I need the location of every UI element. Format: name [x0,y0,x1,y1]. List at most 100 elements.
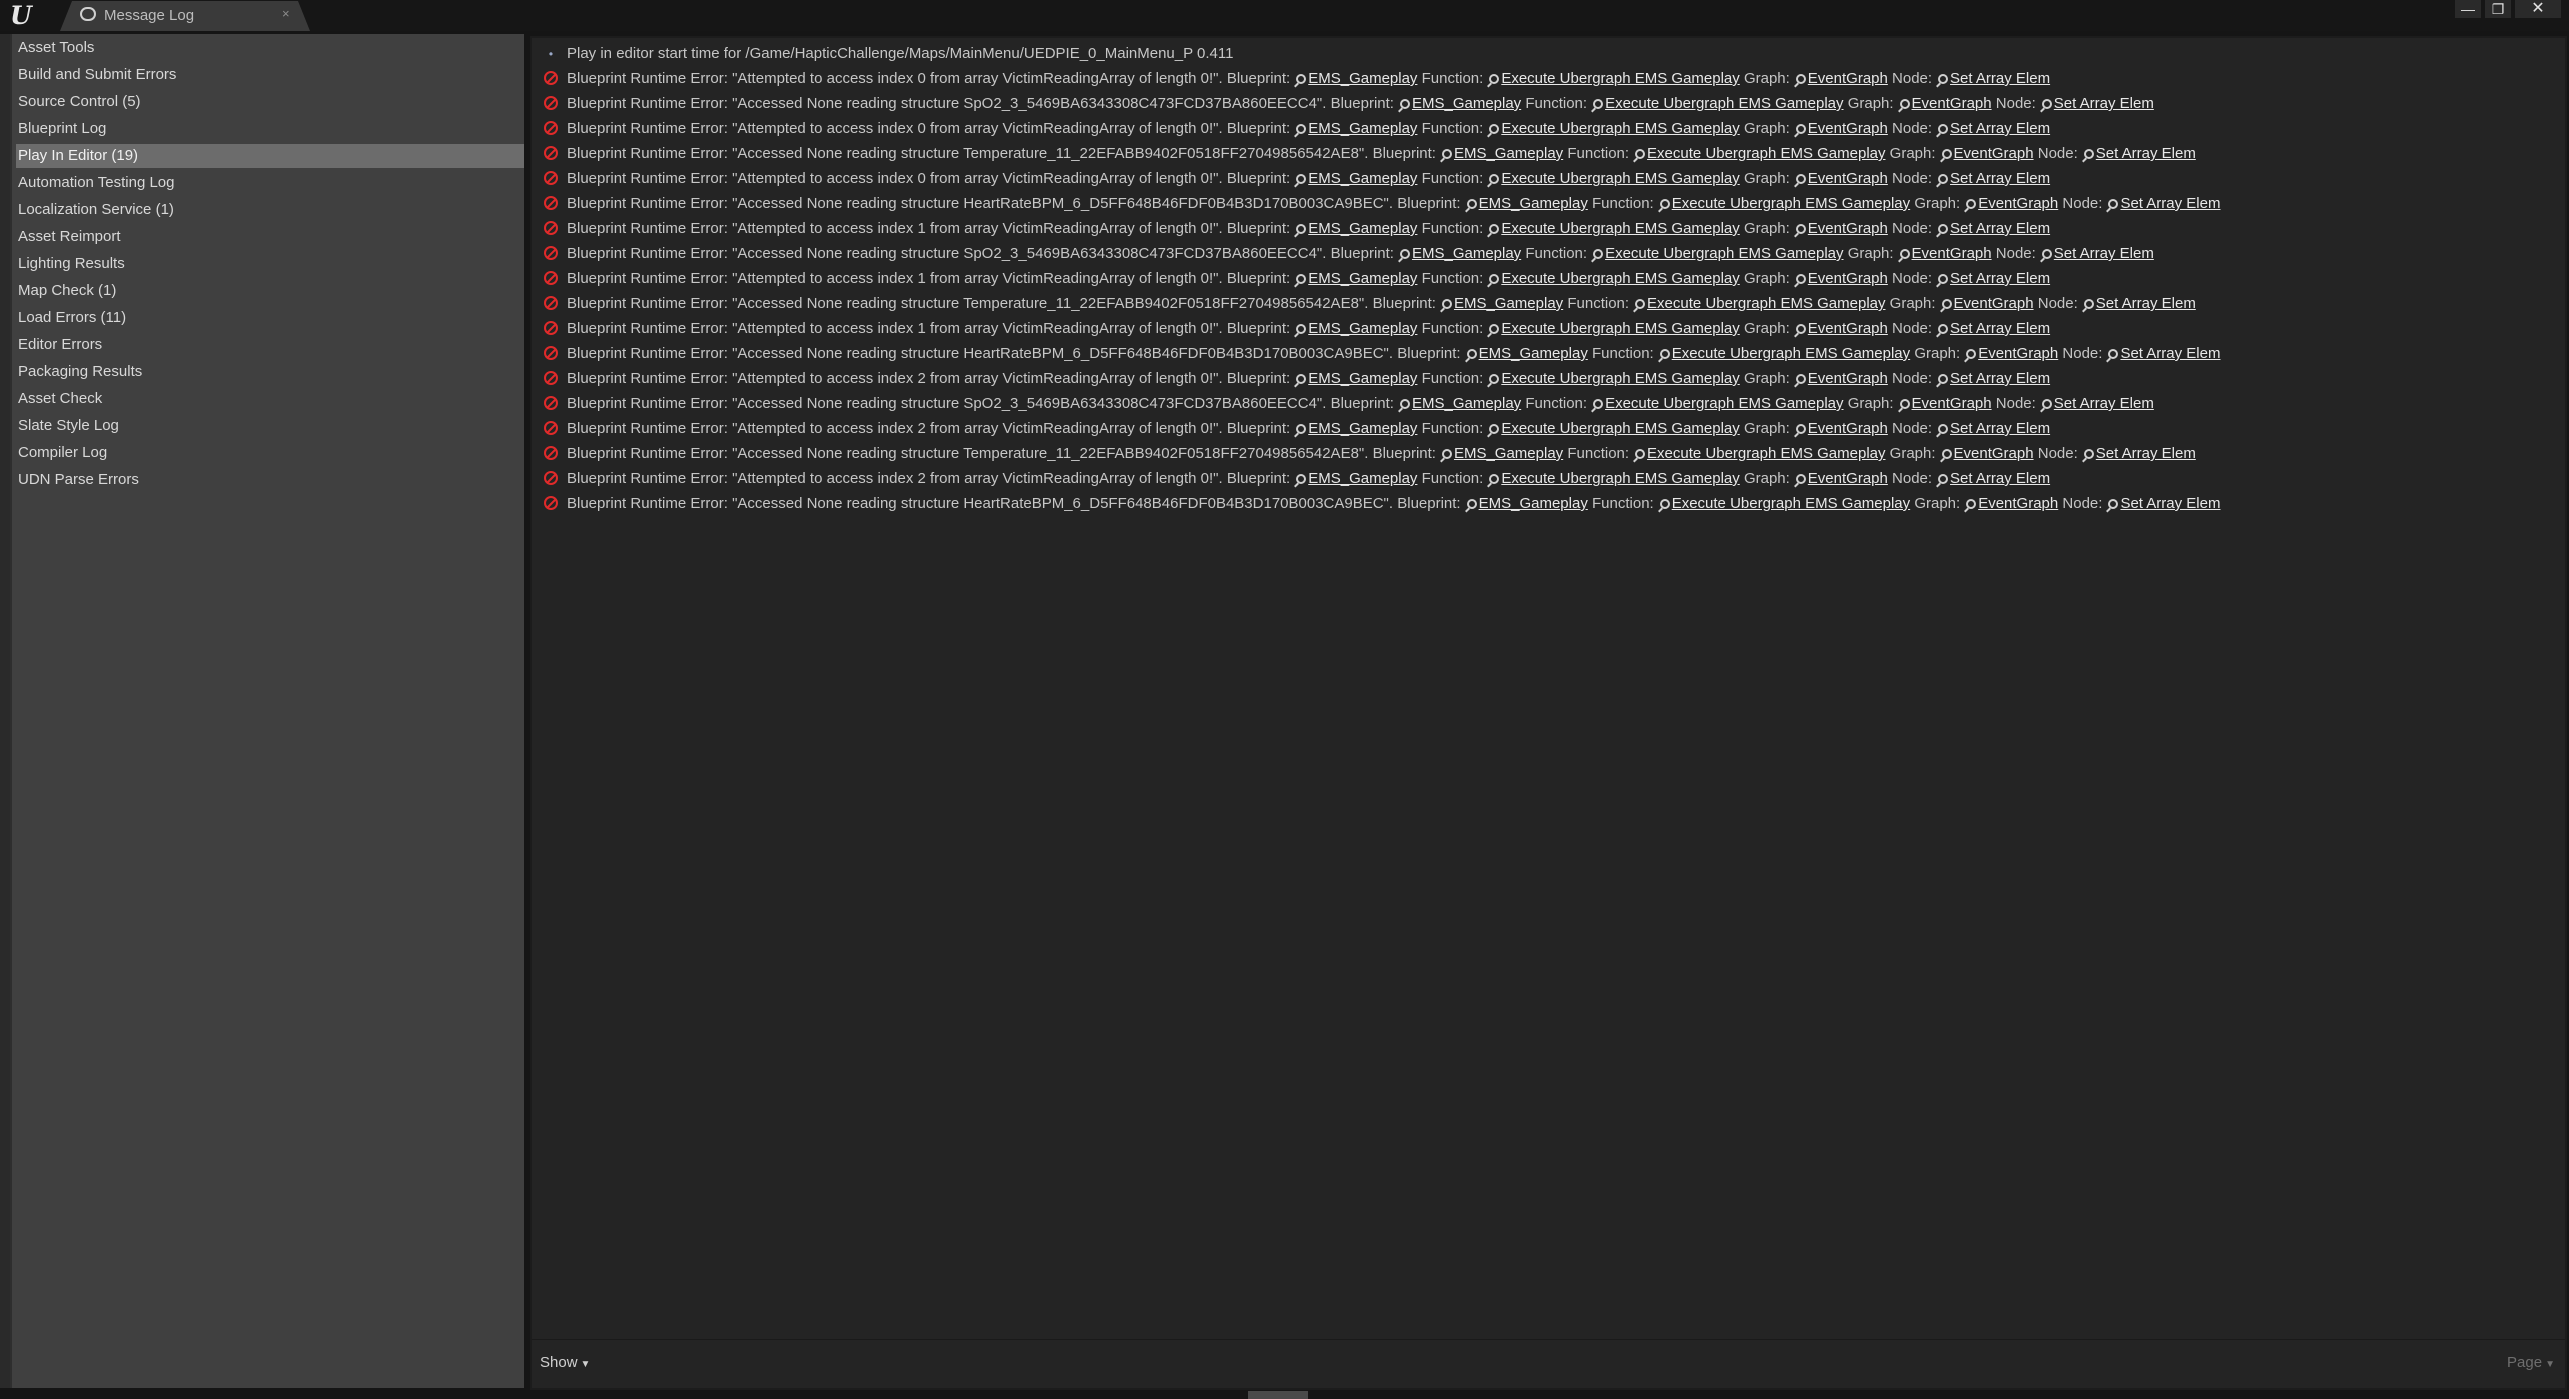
blueprint-link[interactable]: EMS_Gameplay [1308,320,1417,337]
node-link[interactable]: Set Array Elem [1950,170,2050,187]
blueprint-label: Blueprint: [1397,195,1461,212]
tab-close-icon[interactable]: × [282,6,290,21]
node-link[interactable]: Set Array Elem [1950,120,2050,137]
node-link[interactable]: Set Array Elem [2054,245,2154,262]
function-link[interactable]: Execute Ubergraph EMS Gameplay [1501,270,1739,287]
function-link[interactable]: Execute Ubergraph EMS Gameplay [1672,195,1910,212]
function-link[interactable]: Execute Ubergraph EMS Gameplay [1501,220,1739,237]
blueprint-link[interactable]: EMS_Gameplay [1479,345,1588,362]
blueprint-link[interactable]: EMS_Gameplay [1308,470,1417,487]
graph-link[interactable]: EventGraph [1808,370,1888,387]
blueprint-link[interactable]: EMS_Gameplay [1454,145,1563,162]
function-link[interactable]: Execute Ubergraph EMS Gameplay [1605,95,1843,112]
node-link[interactable]: Set Array Elem [1950,320,2050,337]
maximize-button[interactable]: ❐ [2485,0,2511,18]
node-link[interactable]: Set Array Elem [1950,70,2050,87]
node-link[interactable]: Set Array Elem [2096,145,2196,162]
blueprint-link[interactable]: EMS_Gameplay [1308,270,1417,287]
sidebar-item-category[interactable]: Compiler Log [16,441,524,465]
graph-link[interactable]: EventGraph [1912,95,1992,112]
sidebar-item-category[interactable]: Packaging Results [16,360,524,384]
blueprint-link[interactable]: EMS_Gameplay [1412,245,1521,262]
blueprint-link[interactable]: EMS_Gameplay [1479,195,1588,212]
function-link[interactable]: Execute Ubergraph EMS Gameplay [1647,145,1885,162]
node-link[interactable]: Set Array Elem [2096,445,2196,462]
blueprint-link[interactable]: EMS_Gameplay [1454,295,1563,312]
function-link[interactable]: Execute Ubergraph EMS Gameplay [1501,70,1739,87]
graph-link[interactable]: EventGraph [1978,195,2058,212]
graph-link[interactable]: EventGraph [1808,420,1888,437]
graph-link[interactable]: EventGraph [1808,470,1888,487]
graph-label: Graph: [1743,320,1790,337]
blueprint-link[interactable]: EMS_Gameplay [1412,95,1521,112]
function-link[interactable]: Execute Ubergraph EMS Gameplay [1501,470,1739,487]
graph-link[interactable]: EventGraph [1808,170,1888,187]
graph-link[interactable]: EventGraph [1954,295,2034,312]
sidebar-item-category[interactable]: Editor Errors [16,333,524,357]
sidebar-item-category[interactable]: Lighting Results [16,252,524,276]
function-link[interactable]: Execute Ubergraph EMS Gameplay [1647,445,1885,462]
node-link[interactable]: Set Array Elem [2054,395,2154,412]
graph-link[interactable]: EventGraph [1808,120,1888,137]
sidebar-item-category[interactable]: Source Control (5) [16,90,524,114]
function-link[interactable]: Execute Ubergraph EMS Gameplay [1605,245,1843,262]
function-link[interactable]: Execute Ubergraph EMS Gameplay [1672,495,1910,512]
graph-link[interactable]: EventGraph [1808,220,1888,237]
graph-label: Graph: [1743,420,1790,437]
sidebar-item-category[interactable]: Slate Style Log [16,414,524,438]
function-link[interactable]: Execute Ubergraph EMS Gameplay [1501,420,1739,437]
graph-link[interactable]: EventGraph [1978,495,2058,512]
function-link[interactable]: Execute Ubergraph EMS Gameplay [1501,120,1739,137]
blueprint-link[interactable]: EMS_Gameplay [1479,495,1588,512]
node-link[interactable]: Set Array Elem [2120,495,2220,512]
blueprint-link[interactable]: EMS_Gameplay [1308,420,1417,437]
sidebar-item-category[interactable]: Play In Editor (19) [16,144,524,168]
node-link[interactable]: Set Array Elem [2120,345,2220,362]
graph-link[interactable]: EventGraph [1808,270,1888,287]
graph-link[interactable]: EventGraph [1912,245,1992,262]
graph-link[interactable]: EventGraph [1954,445,2034,462]
function-link[interactable]: Execute Ubergraph EMS Gameplay [1501,370,1739,387]
sidebar-item-category[interactable]: Asset Check [16,387,524,411]
blueprint-link[interactable]: EMS_Gameplay [1308,220,1417,237]
blueprint-link[interactable]: EMS_Gameplay [1412,395,1521,412]
node-link[interactable]: Set Array Elem [1950,470,2050,487]
page-button[interactable]: Page ▼ [2507,1354,2555,1371]
sidebar-item-category[interactable]: Load Errors (11) [16,306,524,330]
tab-message-log[interactable]: Message Log × [60,1,310,31]
graph-link[interactable]: EventGraph [1954,145,2034,162]
graph-link[interactable]: EventGraph [1808,320,1888,337]
graph-link[interactable]: EventGraph [1808,70,1888,87]
sidebar-item-category[interactable]: Localization Service (1) [16,198,524,222]
sidebar-item-category[interactable]: Automation Testing Log [16,171,524,195]
minimize-button[interactable]: — [2455,0,2481,18]
function-link[interactable]: Execute Ubergraph EMS Gameplay [1605,395,1843,412]
function-link[interactable]: Execute Ubergraph EMS Gameplay [1501,320,1739,337]
horizontal-scrollbar[interactable] [1248,1391,1308,1399]
function-link[interactable]: Execute Ubergraph EMS Gameplay [1672,345,1910,362]
sidebar-item-category[interactable]: Asset Reimport [16,225,524,249]
sidebar-item-category[interactable]: UDN Parse Errors [16,468,524,492]
blueprint-link[interactable]: EMS_Gameplay [1308,170,1417,187]
blueprint-link[interactable]: EMS_Gameplay [1308,120,1417,137]
blueprint-link[interactable]: EMS_Gameplay [1454,445,1563,462]
sidebar-item-category[interactable]: Map Check (1) [16,279,524,303]
function-link[interactable]: Execute Ubergraph EMS Gameplay [1647,295,1885,312]
blueprint-link[interactable]: EMS_Gameplay [1308,70,1417,87]
node-link[interactable]: Set Array Elem [1950,270,2050,287]
sidebar-item-category[interactable]: Asset Tools [16,36,524,60]
node-link[interactable]: Set Array Elem [2120,195,2220,212]
node-link[interactable]: Set Array Elem [2096,295,2196,312]
node-link[interactable]: Set Array Elem [2054,95,2154,112]
sidebar-item-category[interactable]: Blueprint Log [16,117,524,141]
graph-link[interactable]: EventGraph [1978,345,2058,362]
sidebar-item-category[interactable]: Build and Submit Errors [16,63,524,87]
show-filter-button[interactable]: Show ▼ [540,1354,590,1371]
blueprint-link[interactable]: EMS_Gameplay [1308,370,1417,387]
graph-link[interactable]: EventGraph [1912,395,1992,412]
close-window-button[interactable]: ✕ [2515,0,2561,18]
node-link[interactable]: Set Array Elem [1950,420,2050,437]
node-link[interactable]: Set Array Elem [1950,370,2050,387]
node-link[interactable]: Set Array Elem [1950,220,2050,237]
function-link[interactable]: Execute Ubergraph EMS Gameplay [1501,170,1739,187]
